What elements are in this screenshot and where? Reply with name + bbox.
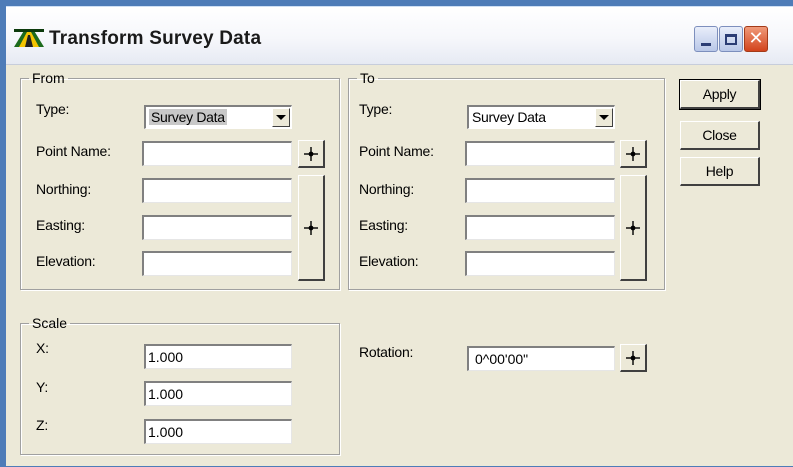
close-icon: ✕ <box>748 28 764 49</box>
from-northing-input[interactable] <box>142 178 292 203</box>
dialog-client-area: From Type: Survey Data Point Name: North… <box>6 65 793 467</box>
chevron-down-icon <box>276 115 286 120</box>
from-point-pick-button[interactable] <box>298 140 325 168</box>
to-easting-label: Easting: <box>359 217 408 233</box>
chevron-down-icon <box>599 115 609 120</box>
to-type-select[interactable]: Survey Data <box>467 105 615 129</box>
from-easting-input[interactable] <box>142 215 292 240</box>
from-type-label: Type: <box>36 101 70 117</box>
to-point-name-label: Point Name: <box>359 143 434 159</box>
to-point-name-input[interactable] <box>465 141 615 166</box>
apply-button[interactable]: Apply <box>679 79 761 110</box>
rotation-label: Rotation: <box>359 344 414 360</box>
rotation-input[interactable] <box>467 346 615 371</box>
to-northing-label: Northing: <box>359 181 415 197</box>
minimize-icon <box>701 42 711 46</box>
title-bar[interactable]: Transform Survey Data ✕ <box>6 7 793 65</box>
scale-x-input[interactable] <box>144 344 292 369</box>
to-legend: To <box>360 70 375 86</box>
from-point-name-input[interactable] <box>142 141 292 166</box>
minimize-button[interactable] <box>694 26 718 52</box>
to-type-value: Survey Data <box>472 109 546 125</box>
from-coordinates-pick-button[interactable] <box>298 175 325 281</box>
rotation-pick-button[interactable] <box>620 344 647 372</box>
transform-survey-data-dialog: Transform Survey Data ✕ From Type: Surve… <box>6 6 793 466</box>
to-easting-input[interactable] <box>465 215 615 240</box>
from-type-select[interactable]: Survey Data <box>144 105 292 129</box>
help-button[interactable]: Help <box>680 157 760 186</box>
scale-y-label: Y: <box>36 379 49 395</box>
from-elevation-input[interactable] <box>142 251 292 276</box>
to-type-dropdown-arrow[interactable] <box>595 108 613 127</box>
maximize-button[interactable] <box>719 26 743 52</box>
to-elevation-label: Elevation: <box>359 253 419 269</box>
crosshair-pick-icon <box>304 220 318 235</box>
scale-z-label: Z: <box>36 417 49 433</box>
from-elevation-label: Elevation: <box>36 253 96 269</box>
crosshair-pick-icon <box>304 146 318 161</box>
from-type-value: Survey Data <box>149 109 227 125</box>
to-northing-input[interactable] <box>465 178 615 203</box>
scale-y-input[interactable] <box>144 381 292 406</box>
scale-x-label: X: <box>36 340 49 356</box>
maximize-icon <box>725 33 737 45</box>
window-title: Transform Survey Data <box>49 28 262 49</box>
from-legend: From <box>32 70 65 86</box>
crosshair-pick-icon <box>626 146 640 161</box>
scale-z-input[interactable] <box>144 419 292 444</box>
from-point-name-label: Point Name: <box>36 143 111 159</box>
to-elevation-input[interactable] <box>465 251 615 276</box>
from-type-dropdown-arrow[interactable] <box>272 108 290 127</box>
close-button[interactable]: Close <box>680 121 760 150</box>
road-app-icon <box>14 29 44 47</box>
to-coordinates-pick-button[interactable] <box>620 175 647 281</box>
from-northing-label: Northing: <box>36 181 92 197</box>
scale-legend: Scale <box>32 315 68 331</box>
crosshair-pick-icon <box>626 350 640 365</box>
to-type-label: Type: <box>359 101 393 117</box>
close-window-button[interactable]: ✕ <box>744 26 768 52</box>
to-point-pick-button[interactable] <box>620 140 647 168</box>
crosshair-pick-icon <box>626 220 640 235</box>
from-easting-label: Easting: <box>36 217 85 233</box>
